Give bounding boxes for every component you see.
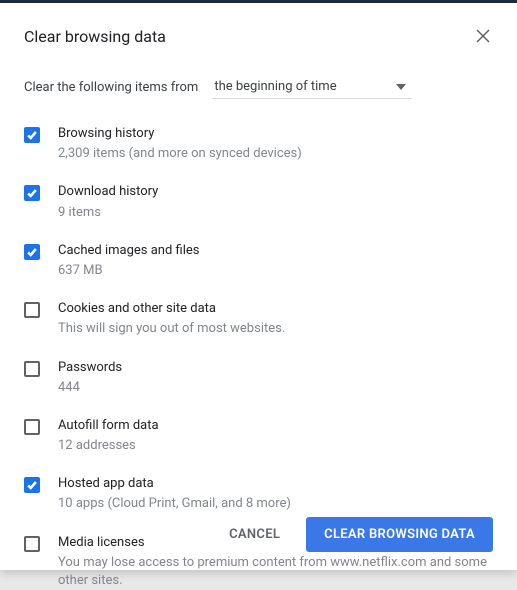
option-desc: 9 items <box>58 204 493 222</box>
option-label: Autofill form data <box>58 417 493 435</box>
intro-label: Clear the following items from <box>24 80 198 95</box>
option-label: Passwords <box>58 359 493 377</box>
option-row: Passwords 444 <box>24 359 493 397</box>
option-desc: You may lose access to premium content f… <box>58 554 493 590</box>
dropdown-selected: the beginning of time <box>214 79 336 94</box>
option-text: Passwords 444 <box>58 359 493 397</box>
option-text: Hosted app data 10 apps (Cloud Print, Gma… <box>58 475 493 513</box>
checkbox[interactable] <box>24 361 40 377</box>
option-row: Cached images and files 637 MB <box>24 242 493 280</box>
time-range-dropdown[interactable]: the beginning of time <box>212 75 412 99</box>
option-text: Autofill form data 12 addresses <box>58 417 493 455</box>
chevron-down-icon <box>396 79 406 94</box>
option-row: Download history 9 items <box>24 183 493 221</box>
dialog-header: Clear browsing data <box>24 27 493 47</box>
close-icon <box>476 28 490 47</box>
option-desc: 2,309 items (and more on synced devices) <box>58 145 493 163</box>
option-row: Autofill form data 12 addresses <box>24 417 493 455</box>
checkbox[interactable] <box>24 477 40 493</box>
option-row: Browsing history 2,309 items (and more on… <box>24 125 493 163</box>
option-label: Browsing history <box>58 125 493 143</box>
option-desc: 444 <box>58 379 493 397</box>
option-desc: 10 apps (Cloud Print, Gmail, and 8 more) <box>58 495 493 513</box>
clear-browsing-data-dialog: Clear browsing data Clear the following … <box>0 0 517 570</box>
time-range-row: Clear the following items from the begin… <box>24 75 493 99</box>
option-text: Cookies and other site data This will sig… <box>58 300 493 338</box>
option-text: Download history 9 items <box>58 183 493 221</box>
checkbox[interactable] <box>24 244 40 260</box>
option-desc: This will sign you out of most websites. <box>58 320 493 338</box>
clear-browsing-data-button[interactable]: Clear browsing data <box>306 517 493 552</box>
checkbox[interactable] <box>24 302 40 318</box>
cancel-button[interactable]: Cancel <box>211 517 298 552</box>
option-row: Cookies and other site data This will sig… <box>24 300 493 338</box>
close-button[interactable] <box>473 27 493 47</box>
option-label: Cookies and other site data <box>58 300 493 318</box>
checkbox[interactable] <box>24 536 40 552</box>
option-desc: 637 MB <box>58 262 493 280</box>
checkbox[interactable] <box>24 185 40 201</box>
option-label: Hosted app data <box>58 475 493 493</box>
option-text: Cached images and files 637 MB <box>58 242 493 280</box>
option-text: Browsing history 2,309 items (and more on… <box>58 125 493 163</box>
option-label: Cached images and files <box>58 242 493 260</box>
option-desc: 12 addresses <box>58 437 493 455</box>
option-label: Download history <box>58 183 493 201</box>
dialog-title: Clear browsing data <box>24 27 166 46</box>
checkbox[interactable] <box>24 127 40 143</box>
option-row: Hosted app data 10 apps (Cloud Print, Gma… <box>24 475 493 513</box>
checkbox[interactable] <box>24 419 40 435</box>
dialog-footer: Cancel Clear browsing data <box>211 517 493 552</box>
